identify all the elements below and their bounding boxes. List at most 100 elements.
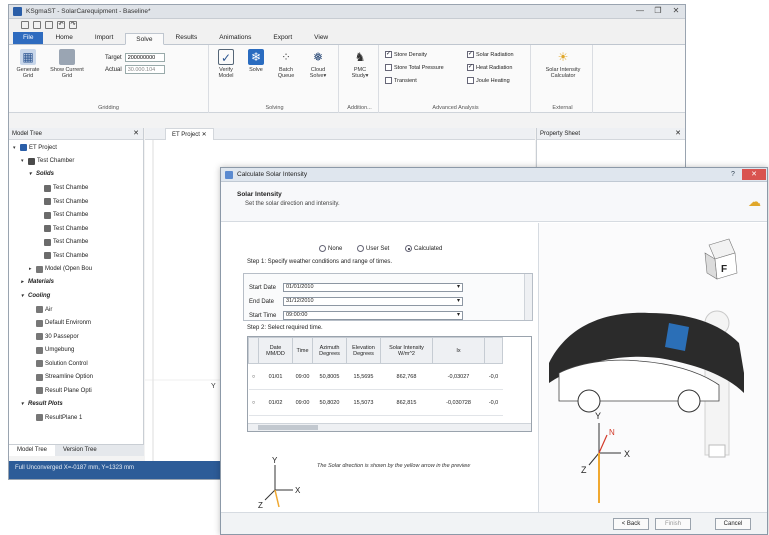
tab-results[interactable]: Results	[166, 32, 208, 44]
cloud-solve-button[interactable]: ❅ Cloud Solve▾	[305, 49, 331, 79]
tree-node[interactable]: ▾ Cooling	[21, 293, 50, 299]
undo-icon[interactable]: ↶	[57, 21, 65, 29]
tab-file[interactable]: File	[13, 32, 44, 44]
table-row[interactable]: ○ 01/02 09:00 50,8020 15,5073 862,815 -0…	[248, 389, 503, 416]
column-header[interactable]: Elevation Degrees	[346, 337, 381, 364]
close-icon[interactable]: ✕	[675, 128, 681, 140]
heat-radiation-checkbox[interactable]: ✓ Heat Radiation	[467, 64, 512, 71]
tab-view[interactable]: View	[304, 32, 338, 44]
expand-arrow-icon[interactable]: ▾	[13, 145, 18, 151]
close-icon[interactable]: ✕	[133, 128, 139, 140]
restore-button[interactable]: ❐	[649, 5, 667, 18]
solar-radiation-checkbox[interactable]: ✓ Solar Radiation	[467, 51, 514, 58]
expand-arrow-icon[interactable]: ▾	[29, 171, 34, 177]
tree-node[interactable]: Test Chambe	[37, 252, 88, 259]
zoom-slider-thumb[interactable]	[708, 444, 726, 458]
store-total-pressure-checkbox[interactable]: Store Total Pressure	[385, 64, 444, 71]
expand-arrow-icon[interactable]: ▾	[21, 158, 26, 164]
fields-scrollbar[interactable]	[524, 274, 532, 320]
tab-et-project[interactable]: ET Project ✕	[165, 128, 214, 140]
end-date-select[interactable]: 31/12/2010	[283, 297, 463, 306]
tree-node[interactable]: Default Environm	[29, 319, 91, 327]
tree-node[interactable]: Test Chambe	[37, 184, 88, 192]
tree-node[interactable]: ▾ Solids	[29, 171, 54, 177]
tree-node[interactable]: Result Plane Opti	[29, 387, 92, 394]
dialog-title-bar: Calculate Solar Intensity ? ✕	[221, 168, 767, 182]
status-text: Full Unconverged X=-0187 mm, Y=1323 mm	[15, 465, 134, 471]
column-header[interactable]: Solar Intensity W/m^2	[380, 337, 433, 364]
new-icon[interactable]	[21, 21, 29, 29]
start-time-select[interactable]: 09:00:00	[283, 311, 463, 320]
store-density-checkbox[interactable]: ✓ Store Density	[385, 51, 427, 58]
tab-import[interactable]: Import	[85, 32, 123, 44]
addition-label: Addition...	[347, 105, 372, 111]
expand-arrow-icon[interactable]: ▾	[21, 293, 26, 299]
row-radio[interactable]: ○	[248, 389, 259, 416]
tab-solve[interactable]: Solve	[125, 33, 164, 45]
preview-pane[interactable]: F Y X Z N	[538, 223, 767, 513]
back-button[interactable]: < Back	[613, 518, 649, 530]
mode-none-radio[interactable]: None	[319, 245, 342, 252]
table-row[interactable]: ○ 01/01 09:00 50,8005 15,5695 862,768 -0…	[248, 363, 503, 390]
close-button[interactable]: ✕	[667, 5, 685, 18]
tree-node[interactable]: ▸ Model (Open Bou	[29, 265, 92, 273]
mode-calculated-radio[interactable]: Calculated	[405, 245, 442, 252]
batch-queue-button[interactable]: ⁘ Batch Queue	[273, 49, 299, 79]
generate-grid-button[interactable]: ▦ Generate Grid	[15, 49, 41, 79]
mode-user-set-radio[interactable]: User Set	[357, 245, 389, 252]
table-cell: 15,5073	[346, 389, 381, 416]
redo-icon[interactable]: ↷	[69, 21, 77, 29]
show-current-grid-button[interactable]: Show Current Grid	[49, 49, 85, 79]
column-header[interactable]: Time	[292, 337, 313, 364]
tree-node[interactable]: Solution Control	[29, 360, 88, 367]
tree-node[interactable]: Test Chambe	[37, 211, 88, 219]
tree-node[interactable]: Test Chambe	[37, 238, 88, 246]
tree-node[interactable]: ▾ ET Project	[13, 144, 57, 151]
joule-heating-checkbox[interactable]: Joule Heating	[467, 77, 510, 84]
close-button[interactable]: ✕	[742, 169, 766, 180]
row-radio[interactable]: ○	[248, 363, 259, 390]
view-cube[interactable]: F	[704, 238, 738, 280]
tree-node[interactable]: ▾ Test Chamber	[21, 157, 74, 165]
tree-node-icon	[36, 333, 43, 340]
finish-button[interactable]: Finish	[655, 518, 691, 530]
scroll-thumb[interactable]	[258, 425, 318, 430]
target-input[interactable]	[124, 53, 165, 62]
start-date-select[interactable]: 01/01/2010	[283, 283, 463, 292]
solar-calculator-button[interactable]: ☀ Solar Intensity Calculator	[541, 49, 585, 79]
tree-node[interactable]: ResultPlane 1	[29, 414, 82, 421]
column-header[interactable]	[484, 337, 503, 364]
tree-node-label: Test Chambe	[53, 252, 89, 259]
tree-node[interactable]: Test Chambe	[37, 225, 88, 232]
grid-horizontal-scrollbar[interactable]	[248, 423, 531, 431]
cancel-button[interactable]: Cancel	[715, 518, 751, 530]
save-icon[interactable]	[45, 21, 53, 29]
tree-node[interactable]: Umgebung	[29, 346, 74, 354]
car-window-highlight	[665, 323, 689, 351]
expand-arrow-icon[interactable]: ▾	[21, 401, 26, 407]
minimize-button[interactable]: —	[631, 5, 649, 18]
tab-animations[interactable]: Animations	[209, 32, 261, 44]
expand-arrow-icon[interactable]: ▸	[29, 266, 34, 272]
tree-node[interactable]: 30 Passepor	[29, 333, 79, 340]
column-header[interactable]: Date MM/DD	[258, 337, 293, 364]
tree-node[interactable]: Test Chambe	[37, 198, 88, 205]
tree-node[interactable]: ▾ Result Plots	[21, 401, 63, 407]
tab-model-tree[interactable]: Model Tree	[9, 445, 56, 456]
tree-node[interactable]: ▸ Materials	[21, 279, 54, 285]
tree-node[interactable]: Streamline Option	[29, 373, 93, 381]
tab-home[interactable]: Home	[45, 32, 82, 44]
help-icon[interactable]: ?	[726, 169, 740, 180]
tree-node[interactable]: Air	[29, 306, 52, 313]
advanced-analysis-group: ✓ Store Density ✓ Solar Radiation Store To…	[381, 45, 531, 113]
verify-model-button[interactable]: ✓ Verify Model	[213, 49, 239, 79]
expand-arrow-icon[interactable]: ▸	[21, 279, 26, 285]
tab-export[interactable]: Export	[263, 32, 302, 44]
column-header[interactable]: Ix	[432, 337, 485, 364]
solve-button[interactable]: ❄ Solve	[243, 49, 269, 73]
tab-version-tree[interactable]: Version Tree	[55, 445, 105, 456]
transient-checkbox[interactable]: Transient	[385, 77, 417, 84]
column-header[interactable]: Azimuth Degrees	[312, 337, 347, 364]
pmc-study-button[interactable]: ♞ PMC Study▾	[347, 49, 373, 79]
open-icon[interactable]	[33, 21, 41, 29]
